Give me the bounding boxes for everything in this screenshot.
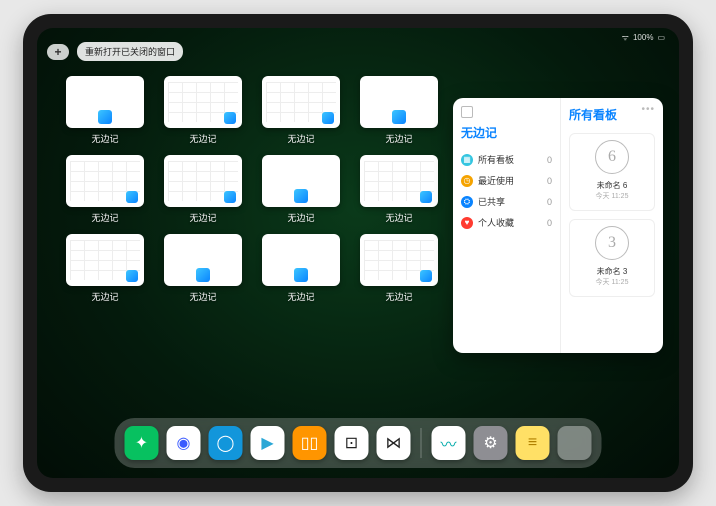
more-icon[interactable]: •••	[641, 104, 655, 115]
dock-app-notes[interactable]: ≡	[516, 426, 550, 460]
battery-icon: ▭	[657, 33, 665, 42]
sidebar-item-count: 0	[547, 197, 552, 207]
thumbnail-preview	[262, 155, 340, 207]
window-thumbnail[interactable]: 无边记	[163, 234, 243, 303]
board-card[interactable]: 3 未命名 3今天 11:25	[569, 219, 655, 297]
dock-app-freeform[interactable]: 〰	[432, 426, 466, 460]
status-bar: ᯤ 100% ▭	[622, 32, 665, 43]
dock-folder[interactable]	[558, 426, 592, 460]
window-thumbnail[interactable]: 无边记	[359, 234, 439, 303]
people-icon: ⛭	[461, 196, 473, 208]
window-thumbnail[interactable]: 无边记	[163, 76, 243, 145]
panel-sidebar: 无边记 ▦ 所有看板 0 ◷ 最近使用 0 ⛭ 已共享 0 ♥ 个人收藏 0	[453, 98, 561, 353]
ipad-frame: ᯤ 100% ▭ + 重新打开已关闭的窗口 无边记无边记无边记无边记无边记无边记…	[23, 14, 693, 492]
panel-sidebar-title: 无边记	[461, 124, 552, 141]
board-name: 未命名 6	[597, 180, 628, 191]
sidebar-item-count: 0	[547, 176, 552, 186]
thumbnail-preview	[360, 155, 438, 207]
dock-separator	[421, 428, 422, 458]
window-label: 无边记	[91, 290, 118, 303]
dock-app-quark[interactable]: ◉	[167, 426, 201, 460]
window-thumbnail[interactable]: 无边记	[65, 155, 145, 224]
sidebar-item-count: 0	[547, 155, 552, 165]
board-time: 今天 11:25	[596, 191, 629, 201]
thumbnail-preview	[66, 234, 144, 286]
window-thumbnail[interactable]: 无边记	[261, 155, 341, 224]
dock-app-dice[interactable]: ⊡	[335, 426, 369, 460]
sidebar-item-label: 最近使用	[478, 174, 514, 187]
window-label: 无边记	[287, 132, 314, 145]
thumbnail-preview	[66, 155, 144, 207]
dock-app-qqbrowser[interactable]: ◯	[209, 426, 243, 460]
window-label: 无边记	[189, 290, 216, 303]
grid-icon: ▦	[461, 154, 473, 166]
window-label: 无边记	[385, 290, 412, 303]
sidebar-item-people[interactable]: ⛭ 已共享 0	[461, 191, 552, 212]
panel-content: ••• 所有看板 6未命名 6今天 11:253未命名 3今天 11:25	[561, 98, 663, 353]
thumbnail-preview	[262, 76, 340, 128]
board-card[interactable]: 6 未命名 6今天 11:25	[569, 133, 655, 211]
sidebar-item-count: 0	[547, 218, 552, 228]
clock-icon: ◷	[461, 175, 473, 187]
dock-app-settings[interactable]: ⚙	[474, 426, 508, 460]
reopen-closed-window-button[interactable]: 重新打开已关闭的窗口	[77, 42, 183, 61]
wifi-icon: ᯤ	[622, 32, 629, 43]
new-window-button[interactable]: +	[47, 44, 69, 60]
top-bar: + 重新打开已关闭的窗口	[47, 42, 183, 61]
window-thumbnail[interactable]: 无边记	[359, 155, 439, 224]
thumbnail-preview	[164, 76, 242, 128]
sidebar-item-label: 已共享	[478, 195, 505, 208]
board-time: 今天 11:25	[596, 277, 629, 287]
sidebar-item-heart[interactable]: ♥ 个人收藏 0	[461, 212, 552, 233]
dock: ✦◉◯▶▯▯⊡⋈ 〰⚙≡	[115, 418, 602, 468]
sidebar-item-label: 所有看板	[478, 153, 514, 166]
thumbnail-preview	[360, 234, 438, 286]
sidebar-item-grid[interactable]: ▦ 所有看板 0	[461, 149, 552, 170]
sidebar-item-clock[interactable]: ◷ 最近使用 0	[461, 170, 552, 191]
window-label: 无边记	[385, 211, 412, 224]
thumbnail-preview	[164, 155, 242, 207]
window-thumbnail[interactable]: 无边记	[359, 76, 439, 145]
window-thumbnail[interactable]: 无边记	[65, 234, 145, 303]
window-label: 无边记	[91, 132, 118, 145]
screen: ᯤ 100% ▭ + 重新打开已关闭的窗口 无边记无边记无边记无边记无边记无边记…	[37, 28, 679, 478]
thumbnail-preview	[164, 234, 242, 286]
dock-app-connect[interactable]: ⋈	[377, 426, 411, 460]
window-label: 无边记	[385, 132, 412, 145]
window-thumbnail[interactable]: 无边记	[163, 155, 243, 224]
app-switcher-grid: 无边记无边记无边记无边记无边记无边记无边记无边记无边记无边记无边记无边记	[65, 76, 435, 303]
board-sketch-icon: 6	[595, 140, 629, 174]
freeform-panel[interactable]: 无边记 ▦ 所有看板 0 ◷ 最近使用 0 ⛭ 已共享 0 ♥ 个人收藏 0 ••• 所有看板 6 未命…	[453, 98, 663, 353]
thumbnail-preview	[262, 234, 340, 286]
dock-app-play[interactable]: ▶	[251, 426, 285, 460]
window-label: 无边记	[287, 290, 314, 303]
window-label: 无边记	[91, 211, 118, 224]
window-thumbnail[interactable]: 无边记	[261, 76, 341, 145]
heart-icon: ♥	[461, 217, 473, 229]
sidebar-toggle-icon[interactable]	[461, 106, 473, 118]
board-name: 未命名 3	[597, 266, 628, 277]
thumbnail-preview	[360, 76, 438, 128]
window-thumbnail[interactable]: 无边记	[65, 76, 145, 145]
window-label: 无边记	[189, 211, 216, 224]
dock-app-wechat[interactable]: ✦	[125, 426, 159, 460]
sidebar-item-label: 个人收藏	[478, 216, 514, 229]
battery-label: 100%	[633, 33, 653, 42]
dock-app-books[interactable]: ▯▯	[293, 426, 327, 460]
window-label: 无边记	[287, 211, 314, 224]
window-thumbnail[interactable]: 无边记	[261, 234, 341, 303]
board-sketch-icon: 3	[595, 226, 629, 260]
window-label: 无边记	[189, 132, 216, 145]
thumbnail-preview	[66, 76, 144, 128]
